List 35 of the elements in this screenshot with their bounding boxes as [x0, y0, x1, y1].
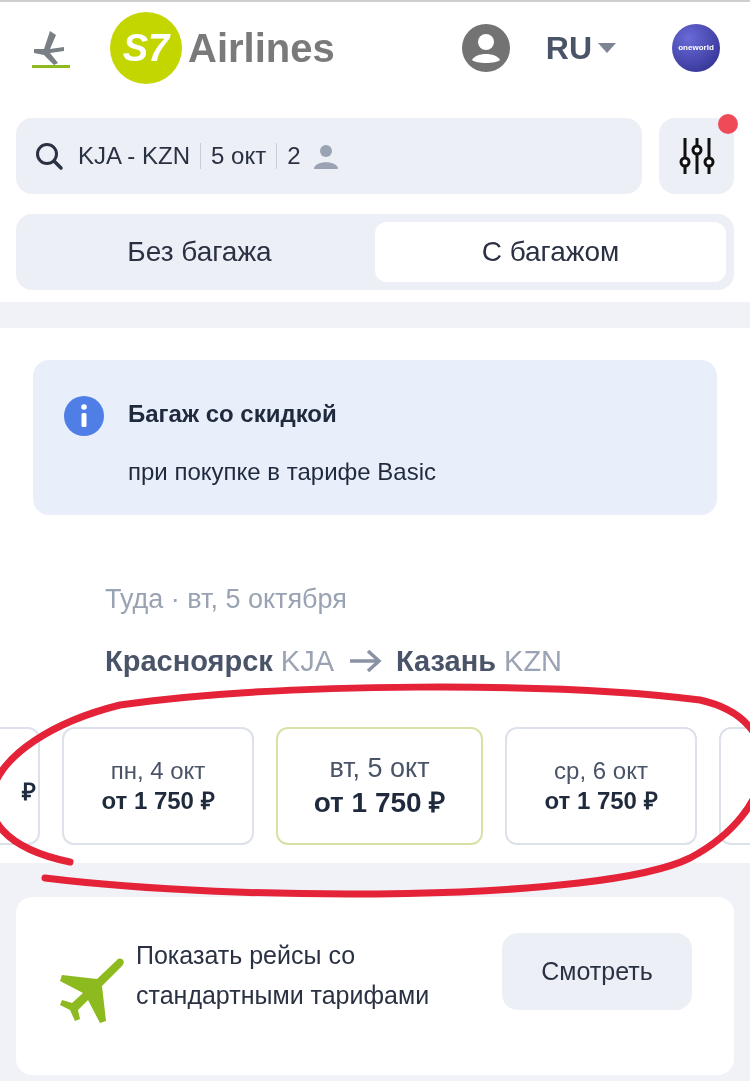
notice-title: Багаж со скидкой: [128, 399, 338, 429]
tab[interactable]: С багажом: [375, 222, 726, 282]
destination-code: KZN: [504, 643, 563, 679]
passenger-count: 2: [287, 141, 301, 171]
caret-icon: [598, 43, 616, 53]
account-icon[interactable]: [461, 24, 510, 72]
price-text: от 1 750 ₽: [101, 786, 215, 816]
person-icon: [312, 143, 339, 169]
price-text: от 1 750 ₽: [544, 786, 658, 816]
tab[interactable]: Без багажа: [24, 222, 375, 282]
route-text: KJA - KZN: [78, 141, 191, 171]
origin-city: Красноярск: [105, 643, 273, 679]
price-text: от 1 750 ₽: [313, 786, 446, 821]
alliance-logo-text: oneworld: [678, 42, 714, 54]
price-text: ₽: [22, 777, 36, 807]
logo-mark: S7: [122, 25, 170, 71]
info-icon: [64, 396, 104, 436]
destination-city: Казань: [396, 643, 497, 679]
date-text: 5 окт: [211, 141, 267, 171]
arrow-icon: [348, 649, 382, 674]
view-button[interactable]: Смотреть: [502, 933, 692, 1010]
date-card[interactable]: ср, 6 окт от 1 750 ₽: [505, 727, 697, 845]
promo-text: Показать рейсы со стандартными тарифами: [136, 940, 431, 1011]
direction-label: Туда · вт, 5 октября: [105, 583, 348, 616]
date-text: пн, 4 окт: [110, 756, 206, 786]
language-selector[interactable]: RU: [545, 24, 616, 72]
logo-text: Airlines: [188, 25, 335, 72]
search-icon: [34, 141, 64, 171]
notice-text: при покупке в тарифе Basic: [128, 457, 436, 487]
search-field[interactable]: KJA - KZN 5 окт 2: [16, 118, 642, 194]
origin-code: KJA: [280, 643, 334, 679]
date-text: ср, 6 окт: [554, 756, 648, 786]
date-text: вт, 5 окт: [329, 751, 430, 785]
date-card[interactable]: вт, 5 окт от 1 750 ₽: [276, 727, 483, 845]
date-card[interactable]: пн, 4 окт от 1 750 ₽: [62, 727, 254, 845]
